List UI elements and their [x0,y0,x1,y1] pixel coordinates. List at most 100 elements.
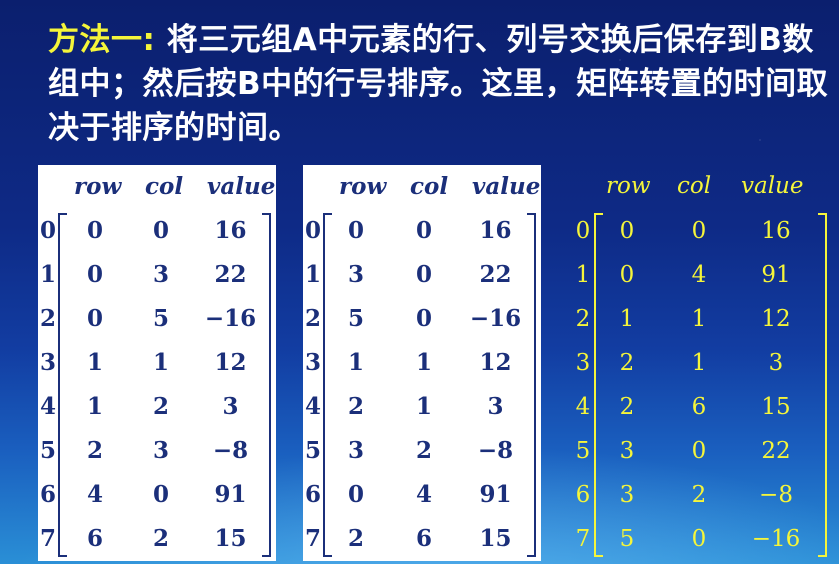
cell-row: 2 [619,394,635,420]
header-value: value [472,173,541,200]
cell-row: 2 [86,437,103,464]
cell-row: 1 [347,349,364,376]
cell-value: 91 [761,262,791,288]
cell-col: 2 [152,393,169,420]
cell-row: 3 [619,482,635,508]
cell-col: 0 [691,218,707,244]
row-index: 4 [575,394,591,420]
cell-col: 5 [152,305,169,332]
right-bracket [818,213,827,557]
cell-col: 1 [415,349,432,376]
row-index: 3 [39,349,56,376]
cell-row: 1 [86,349,103,376]
swapped-table-b: row col value 0 0 0 16 1 3 0 22 2 5 0 −1… [303,165,541,561]
row-index: 0 [575,218,591,244]
cell-col: 0 [415,305,432,332]
cell-row: 0 [619,262,635,288]
cell-value: 22 [761,438,791,464]
cell-value: 12 [479,349,512,376]
row-index: 7 [575,526,591,552]
header-row: row [606,173,651,199]
left-bracket [58,213,67,557]
cell-row: 3 [619,438,635,464]
cell-value: −8 [477,437,514,464]
cell-col: 4 [691,262,707,288]
method-label: 方法一: [48,22,156,58]
cell-value: 3 [487,393,504,420]
cell-col: 0 [415,217,432,244]
cell-value: −16 [469,305,522,332]
cell-row: 6 [86,525,103,552]
cell-value: 22 [214,261,247,288]
row-index: 1 [304,261,321,288]
right-bracket [262,213,271,557]
row-index: 2 [39,305,56,332]
cell-row: 0 [619,218,635,244]
cell-row: 2 [347,525,364,552]
row-index: 4 [39,393,56,420]
cell-row: 1 [86,393,103,420]
cell-row: 5 [347,305,364,332]
cell-value: 12 [761,306,791,332]
row-index: 3 [304,349,321,376]
row-index: 6 [575,482,591,508]
cell-col: 1 [691,350,707,376]
cell-col: 0 [152,481,169,508]
triple-table-a: row col value 0 0 0 16 1 0 3 22 2 0 5 −1… [38,165,276,561]
row-index: 0 [304,217,321,244]
row-index: 1 [39,261,56,288]
cell-row: 2 [619,350,635,376]
cell-col: 0 [152,217,169,244]
cell-row: 0 [347,217,364,244]
row-index: 1 [575,262,591,288]
row-index: 6 [304,481,321,508]
cell-row: 0 [347,481,364,508]
cell-value: 15 [214,525,247,552]
cell-value: 91 [479,481,512,508]
cell-row: 0 [86,261,103,288]
cell-value: 16 [761,218,791,244]
header-value: value [741,173,804,199]
cell-row: 2 [347,393,364,420]
row-index: 7 [39,525,56,552]
cell-row: 4 [86,481,103,508]
row-index: 2 [575,306,591,332]
row-index: 2 [304,305,321,332]
cell-value: 3 [768,350,784,376]
cell-value: −8 [212,437,249,464]
cell-row: 5 [619,526,635,552]
row-index: 6 [39,481,56,508]
row-index: 4 [304,393,321,420]
method-description: 将三元组A中元素的行、列号交换后保存到B数组中；然后按B中的行号排序。这里，矩阵… [48,22,829,146]
header-row: row [339,173,387,200]
cell-row: 0 [86,217,103,244]
row-index: 5 [39,437,56,464]
cell-value: −16 [751,526,801,552]
cell-value: −8 [759,482,793,508]
cell-col: 6 [691,394,707,420]
header-col: col [677,173,712,199]
cell-col: 2 [152,525,169,552]
left-bracket [594,213,603,557]
cell-value: 12 [214,349,247,376]
cell-value: −16 [204,305,257,332]
header-col: col [145,173,184,200]
slide-title: 方法一: 将三元组A中元素的行、列号交换后保存到B数组中；然后按B中的行号排序。… [48,18,833,150]
cell-value: 15 [761,394,791,420]
cell-row: 3 [347,261,364,288]
cell-col: 0 [691,438,707,464]
cell-value: 3 [222,393,239,420]
cell-value: 15 [479,525,512,552]
cell-col: 1 [691,306,707,332]
right-bracket [527,213,536,557]
cell-value: 16 [479,217,512,244]
row-index: 0 [39,217,56,244]
cell-col: 2 [691,482,707,508]
cell-col: 4 [415,481,432,508]
row-index: 5 [304,437,321,464]
header-value: value [207,173,276,200]
cell-value: 16 [214,217,247,244]
header-row: row [74,173,122,200]
cell-col: 0 [415,261,432,288]
row-index: 7 [304,525,321,552]
